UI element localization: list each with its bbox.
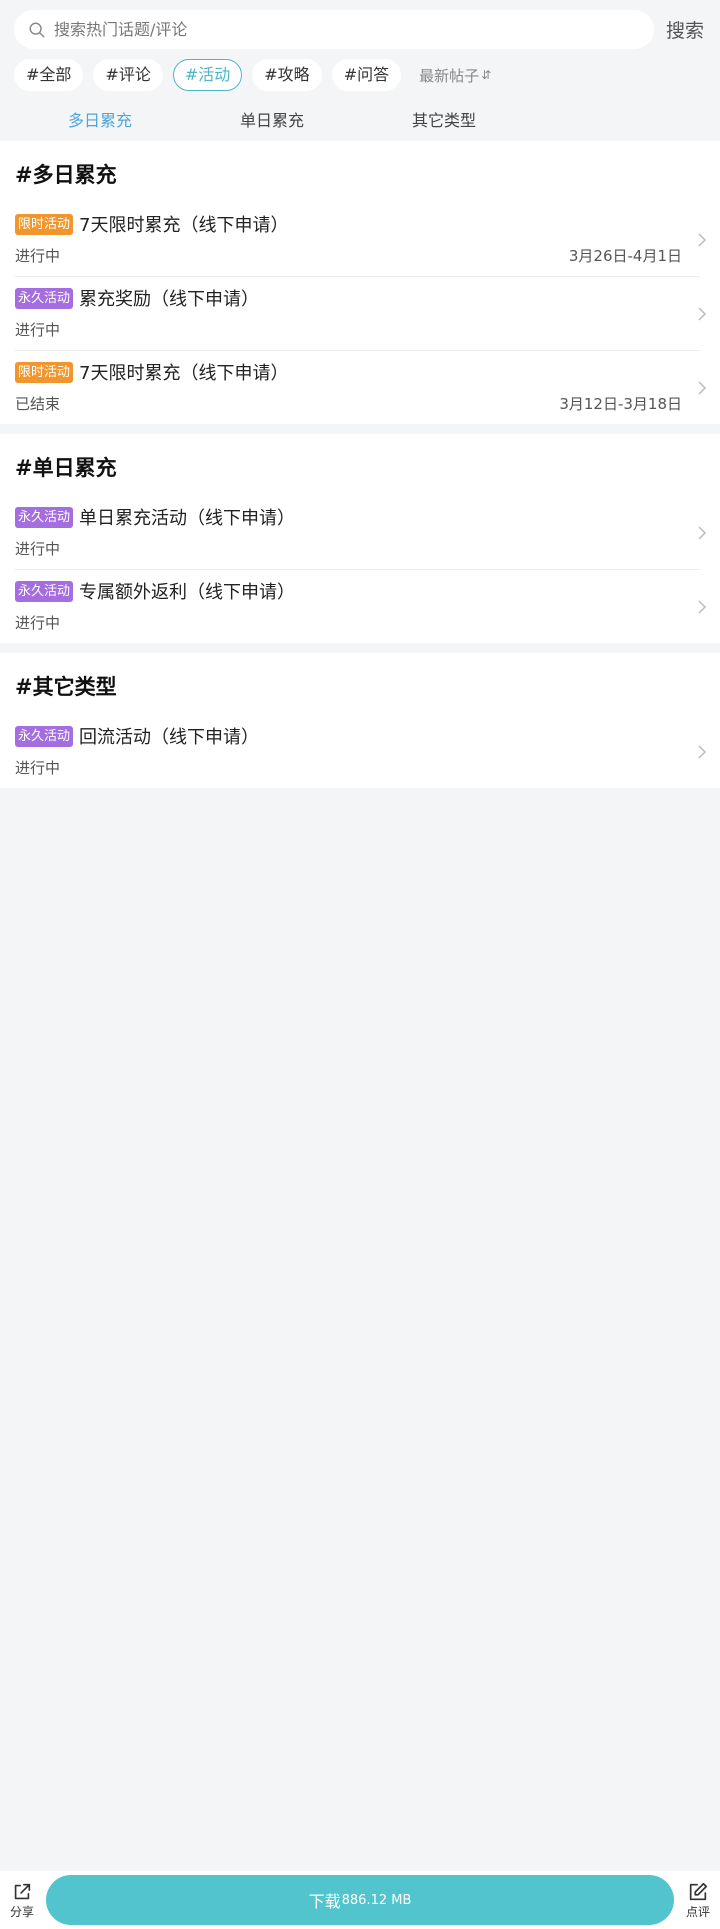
- search-button[interactable]: 搜索: [664, 16, 706, 43]
- tag-all[interactable]: #全部: [14, 59, 84, 91]
- sort-latest-posts[interactable]: 最新帖子 ⇵: [419, 65, 491, 86]
- item-status: 进行中: [15, 540, 61, 558]
- tab-single-day-recharge[interactable]: 单日累充: [186, 107, 358, 131]
- item-status: 进行中: [15, 321, 61, 339]
- badge-permanent: 永久活动: [15, 287, 74, 309]
- search-icon: [29, 22, 45, 37]
- tag-qa[interactable]: #问答: [331, 59, 402, 91]
- section-single-day: #单日累充 永久活动 单日累充活动（线下申请） 进行中 永久活动 专属额外返利（…: [0, 434, 720, 643]
- chevron-right-icon: [698, 306, 707, 321]
- category-tabs: 多日累充 单日累充 其它类型: [14, 97, 706, 141]
- share-icon: [14, 1883, 31, 1899]
- list-item[interactable]: 限时活动 7天限时累充（线下申请） 已结束 3月12日-3月18日: [15, 351, 707, 424]
- item-title: 回流活动（线下申请）: [79, 727, 260, 748]
- badge-limited: 限时活动: [15, 213, 74, 235]
- chevron-right-icon: [698, 525, 707, 540]
- item-title: 7天限时累充（线下申请）: [79, 215, 289, 236]
- review-button[interactable]: 点评: [676, 1881, 720, 1920]
- tag-filter-row: #全部 #评论 #活动 #攻略 #问答 最新帖子 ⇵: [14, 59, 706, 91]
- tab-multi-day-recharge[interactable]: 多日累充: [14, 107, 186, 131]
- section-title: #单日累充: [15, 456, 117, 480]
- tag-review[interactable]: #评论: [93, 59, 163, 91]
- item-status: 进行中: [15, 614, 61, 632]
- badge-permanent: 永久活动: [15, 725, 74, 747]
- list-item[interactable]: 永久活动 累充奖励（线下申请） 进行中: [15, 277, 707, 351]
- badge-permanent: 永久活动: [15, 506, 74, 528]
- badge-permanent: 永久活动: [15, 580, 74, 602]
- search-input[interactable]: [52, 19, 640, 40]
- tag-guide[interactable]: #攻略: [252, 59, 322, 91]
- item-status: 进行中: [15, 759, 61, 777]
- chevron-right-icon: [698, 744, 707, 759]
- item-date: 3月26日-4月1日: [568, 247, 682, 265]
- sort-label: 最新帖子: [419, 66, 480, 85]
- sort-arrows-icon: ⇵: [481, 68, 492, 82]
- share-button[interactable]: 分享: [0, 1881, 44, 1920]
- tag-activity[interactable]: #活动: [172, 59, 243, 91]
- search-row: 搜索: [14, 10, 706, 49]
- download-button[interactable]: 下载 886.12 MB: [46, 1875, 674, 1925]
- item-status: 已结束: [15, 395, 61, 413]
- item-title: 7天限时累充（线下申请）: [79, 363, 289, 384]
- share-label: 分享: [9, 1904, 34, 1919]
- section-title: #其它类型: [15, 675, 117, 699]
- chevron-right-icon: [698, 599, 707, 614]
- edit-icon: [689, 1882, 708, 1900]
- top-area: 搜索 #全部 #评论 #活动 #攻略 #问答 最新帖子 ⇵ 多日累充 单日累充 …: [0, 0, 720, 141]
- badge-limited: 限时活动: [15, 361, 74, 383]
- bottom-action-bar: 分享 下载 886.12 MB 点评: [0, 1871, 720, 1929]
- list-item[interactable]: 永久活动 回流活动（线下申请） 进行中: [15, 715, 707, 788]
- tab-other-types[interactable]: 其它类型: [358, 107, 530, 131]
- download-label: 下载: [308, 1892, 341, 1911]
- item-status: 进行中: [15, 247, 61, 265]
- search-box[interactable]: [14, 10, 654, 49]
- section-multi-day: #多日累充 限时活动 7天限时累充（线下申请） 进行中 3月26日-4月1日 永…: [0, 141, 720, 424]
- item-date: 3月12日-3月18日: [559, 395, 682, 413]
- section-other-types: #其它类型 永久活动 回流活动（线下申请） 进行中: [0, 653, 720, 788]
- list-item[interactable]: 限时活动 7天限时累充（线下申请） 进行中 3月26日-4月1日: [15, 203, 707, 277]
- chevron-right-icon: [698, 232, 707, 247]
- item-title: 累充奖励（线下申请）: [79, 289, 260, 310]
- item-title: 单日累充活动（线下申请）: [79, 508, 296, 529]
- list-item[interactable]: 永久活动 专属额外返利（线下申请） 进行中: [15, 570, 707, 643]
- review-label: 点评: [685, 1904, 710, 1919]
- download-size: 886.12 MB: [341, 1892, 412, 1908]
- list-item[interactable]: 永久活动 单日累充活动（线下申请） 进行中: [15, 496, 707, 570]
- section-title: #多日累充: [15, 163, 117, 187]
- item-title: 专属额外返利（线下申请）: [79, 582, 296, 603]
- chevron-right-icon: [698, 380, 707, 395]
